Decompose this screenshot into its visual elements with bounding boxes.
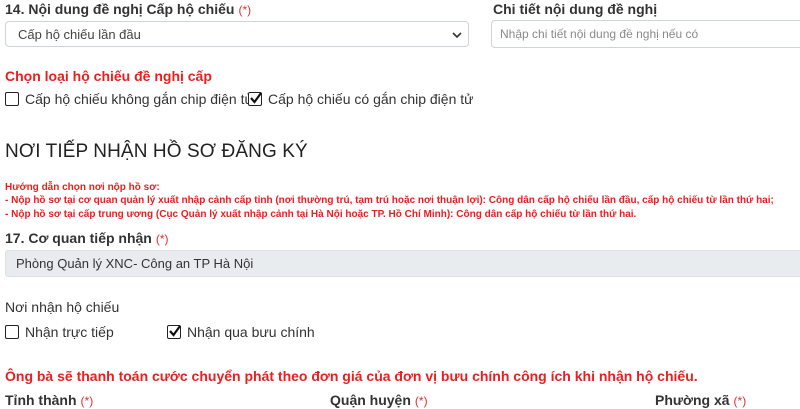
checkbox-with-chip-label: Cấp hộ chiếu có gắn chip điện tử	[268, 91, 474, 107]
district-label-text: Quận huyện	[330, 392, 411, 408]
checkbox-receive-direct-label: Nhận trực tiếp	[25, 324, 114, 340]
checkmark-icon	[169, 325, 181, 337]
guidance-line-2: - Nộp hồ sơ tại cấp trung ương (Cục Quản…	[5, 209, 637, 220]
checkbox-box-checked[interactable]	[167, 325, 181, 339]
required-mark: (*)	[155, 232, 169, 246]
checkbox-receive-postal-label: Nhận qua bưu chính	[187, 324, 315, 340]
chevron-down-icon	[452, 32, 462, 39]
field17-label-text: 17. Cơ quan tiếp nhận	[5, 230, 152, 246]
guidance-line-1: - Nộp hồ sơ tại cơ quan quản lý xuất nhậ…	[5, 195, 774, 206]
checkmark-icon	[250, 92, 262, 104]
province-label: Tỉnh thành (*)	[5, 392, 93, 408]
required-mark: (*)	[733, 394, 747, 408]
field14-label: 14. Nội dung đề nghị Cấp hộ chiếu (*)	[5, 1, 251, 17]
checkbox-box-checked[interactable]	[248, 92, 262, 106]
province-label-text: Tỉnh thành	[5, 392, 77, 408]
checkbox-no-chip-label: Cấp hộ chiếu không gắn chip điện tử	[25, 91, 254, 107]
detail-label: Chi tiết nội dung đề nghị	[493, 1, 658, 17]
request-type-selected: Cấp hộ chiếu lần đầu	[18, 26, 141, 42]
request-type-select[interactable]: Cấp hộ chiếu lần đầu	[5, 21, 469, 47]
required-mark: (*)	[414, 394, 428, 408]
ward-label-text: Phường xã	[655, 392, 730, 408]
field17-label: 17. Cơ quan tiếp nhận (*)	[5, 230, 169, 246]
passport-type-title: Chọn loại hộ chiếu đề nghị cấp	[5, 68, 212, 84]
checkbox-no-chip[interactable]: Cấp hộ chiếu không gắn chip điện tử	[5, 91, 254, 107]
checkbox-receive-direct[interactable]: Nhận trực tiếp	[5, 324, 114, 340]
checkbox-box[interactable]	[5, 92, 19, 106]
detail-input[interactable]	[491, 20, 800, 48]
guidance-heading: Hướng dẫn chọn nơi nộp hồ sơ:	[5, 182, 160, 193]
receiving-agency-field[interactable]: Phòng Quản lý XNC- Công an TP Hà Nội	[5, 250, 800, 277]
checkbox-receive-postal[interactable]: Nhận qua bưu chính	[167, 324, 315, 340]
checkbox-with-chip[interactable]: Cấp hộ chiếu có gắn chip điện tử	[248, 91, 474, 107]
checkbox-box[interactable]	[5, 325, 19, 339]
district-label: Quận huyện (*)	[330, 392, 428, 408]
postal-fee-note: Ông bà sẽ thanh toán cước chuyển phát th…	[5, 368, 698, 384]
receiving-agency-value: Phòng Quản lý XNC- Công an TP Hà Nội	[16, 256, 254, 271]
field14-label-text: 14. Nội dung đề nghị Cấp hộ chiếu	[5, 1, 235, 17]
required-mark: (*)	[238, 3, 252, 17]
ward-label: Phường xã (*)	[655, 392, 746, 408]
receive-method-label: Nơi nhận hộ chiếu	[5, 299, 120, 315]
section-title: NƠI TIẾP NHẬN HỒ SƠ ĐĂNG KÝ	[5, 141, 308, 162]
required-mark: (*)	[80, 394, 94, 408]
